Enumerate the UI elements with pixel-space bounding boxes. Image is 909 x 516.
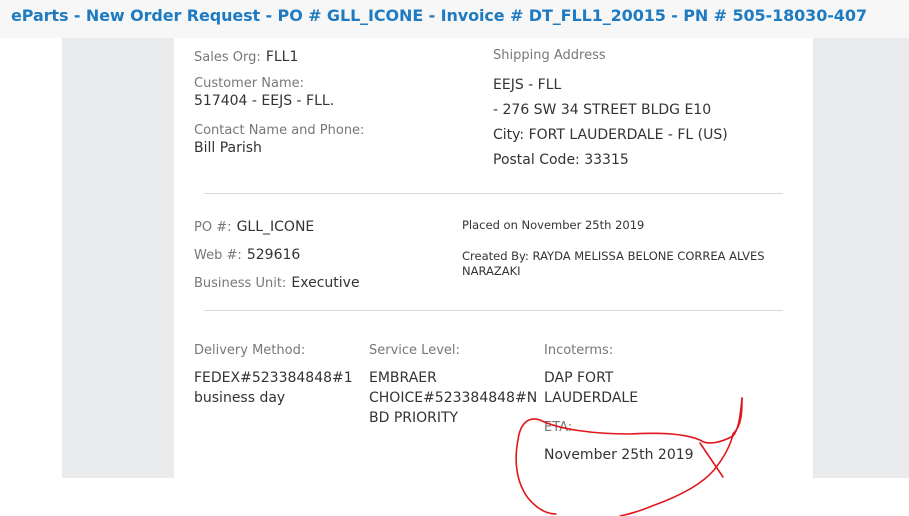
section-divider xyxy=(204,310,783,311)
incoterms-line-1: DAP FORT xyxy=(544,370,614,386)
web-value: 529616 xyxy=(246,247,301,263)
shipping-line-4: Postal Code: 33315 xyxy=(493,152,629,168)
delivery-method-line-1: FEDEX#523384848#1 xyxy=(194,370,353,386)
right-side-panel xyxy=(813,38,909,478)
incoterms-label: Incoterms: xyxy=(544,343,614,358)
page-title: eParts - New Order Request - PO # GLL_IC… xyxy=(11,6,867,25)
contact-label: Contact Name and Phone: xyxy=(194,123,365,138)
web-row: Web #: 529616 xyxy=(194,244,300,263)
eta-label: ETA: xyxy=(544,420,573,435)
created-by-line-2: NARAZAKI xyxy=(462,264,521,278)
service-level-label: Service Level: xyxy=(369,343,460,358)
po-value: GLL_ICONE xyxy=(236,219,315,235)
sales-org-row: Sales Org: FLL1 xyxy=(194,46,298,65)
placed-on-text: Placed on November 25th 2019 xyxy=(462,218,645,232)
delivery-method-label: Delivery Method: xyxy=(194,343,306,358)
left-side-panel xyxy=(62,38,174,478)
shipping-line-2: - 276 SW 34 STREET BLDG E10 xyxy=(493,102,712,118)
shipping-line-3: City: FORT LAUDERDALE - FL (US) xyxy=(493,127,728,143)
service-level-line-1: EMBRAER xyxy=(369,370,437,386)
created-by-line-1: Created By: RAYDA MELISSA BELONE CORREA … xyxy=(462,249,765,263)
shipping-line-1: EEJS - FLL xyxy=(493,77,562,93)
business-unit-value: Executive xyxy=(291,275,360,291)
sales-org-label: Sales Org: xyxy=(194,50,261,65)
business-unit-label: Business Unit: xyxy=(194,276,287,291)
delivery-method-line-2: business day xyxy=(194,390,286,406)
sales-org-value: FLL1 xyxy=(265,49,299,65)
incoterms-line-2: LAUDERDALE xyxy=(544,390,639,406)
business-unit-row: Business Unit: Executive xyxy=(194,272,360,291)
title-bar: eParts - New Order Request - PO # GLL_IC… xyxy=(0,0,909,38)
section-divider xyxy=(204,193,783,194)
contact-value: Bill Parish xyxy=(194,140,262,156)
customer-name-label: Customer Name: xyxy=(194,76,305,91)
eta-value: November 25th 2019 xyxy=(544,447,694,463)
web-label: Web #: xyxy=(194,248,242,263)
service-level-line-3: BD PRIORITY xyxy=(369,410,459,426)
shipping-address-label: Shipping Address xyxy=(493,48,606,63)
po-label: PO #: xyxy=(194,220,232,235)
customer-name-value: 517404 - EEJS - FLL. xyxy=(194,93,335,109)
service-level-line-2: CHOICE#523384848#N xyxy=(369,390,538,406)
po-row: PO #: GLL_ICONE xyxy=(194,216,314,235)
